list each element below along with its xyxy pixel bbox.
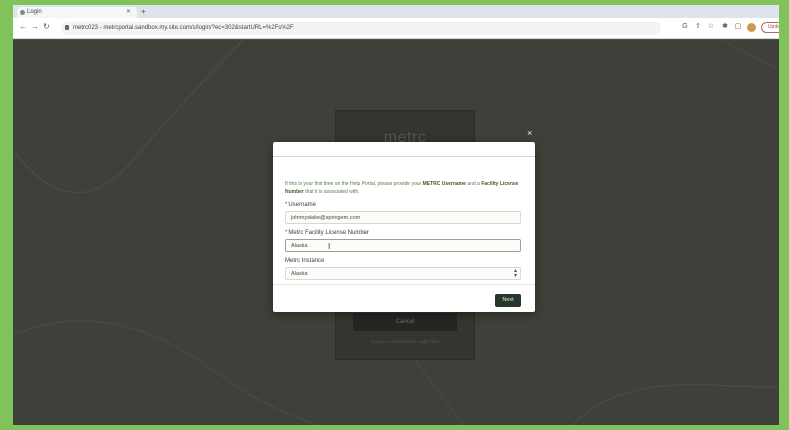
modal-intro-text: If this is your first time on the Help P… <box>285 181 519 195</box>
instance-label: Metrc Instance <box>285 258 325 264</box>
bookmark-star-icon[interactable]: ☆ <box>707 23 715 31</box>
next-button[interactable]: Next <box>495 294 521 307</box>
extensions-icon[interactable]: ✱ <box>721 23 729 31</box>
lock-icon <box>65 25 69 30</box>
username-label: *Username <box>285 202 317 208</box>
login-page: metrc Cancel Not sure of username? Login… <box>13 40 779 425</box>
address-text: metrc023 - metrcportal.sandbox.my.site.c… <box>73 25 294 31</box>
side-panel-icon[interactable]: ▢ <box>734 23 742 31</box>
username-field[interactable]: johnnyslake@springem.com <box>285 211 521 224</box>
profile-avatar[interactable] <box>747 23 756 32</box>
video-frame: Login ✕ + ← → ↻ metrc023 - metrcportal.s… <box>13 5 779 425</box>
browser-toolbar: ← → ↻ metrc023 - metrcportal.sandbox.my.… <box>13 18 779 39</box>
select-arrows-icon: ▴ ▾ <box>513 268 517 279</box>
browser-tab-bar: Login ✕ + <box>13 5 779 18</box>
reload-icon[interactable]: ↻ <box>43 22 50 31</box>
browser-tab[interactable]: Login ✕ <box>17 7 137 18</box>
browser-update-button[interactable]: Update <box>761 22 779 33</box>
new-tab-icon[interactable]: + <box>141 7 146 16</box>
google-lens-icon[interactable]: G <box>681 23 689 31</box>
license-number-field[interactable]: Alaska I <box>285 239 521 252</box>
back-icon[interactable]: ← <box>19 22 27 31</box>
share-icon[interactable]: ⇪ <box>694 23 702 31</box>
site-favicon-icon <box>20 10 25 15</box>
metrc-instance-select[interactable]: Alaska ▴ ▾ <box>285 267 521 280</box>
address-bar[interactable]: metrc023 - metrcportal.sandbox.my.site.c… <box>61 22 661 35</box>
tab-title: Login <box>27 9 42 15</box>
first-time-login-modal: If this is your first time on the Help P… <box>273 142 535 312</box>
modal-header <box>273 142 535 157</box>
tab-close-icon[interactable]: ✕ <box>126 8 131 15</box>
license-label: *Metrc Facility License Number <box>285 230 370 236</box>
text-cursor-icon: I <box>328 242 331 251</box>
forward-icon[interactable]: → <box>31 22 39 31</box>
modal-close-icon[interactable]: × <box>527 128 532 138</box>
modal-footer-divider <box>273 284 535 285</box>
